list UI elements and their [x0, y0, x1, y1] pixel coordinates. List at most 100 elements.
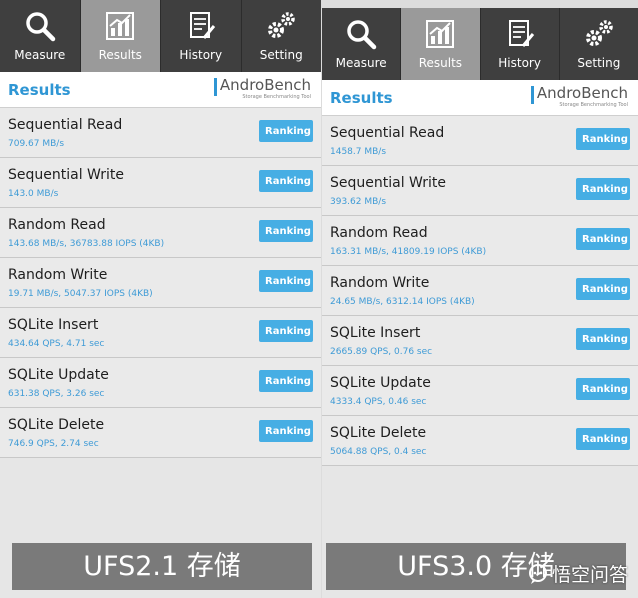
tab-history[interactable]: History: [481, 8, 560, 80]
ranking-button[interactable]: Ranking: [576, 328, 630, 350]
gear-icon: [268, 12, 295, 38]
result-label: Random Write: [8, 267, 108, 283]
tab-setting-label: Setting: [259, 48, 303, 62]
result-label: SQLite Insert: [8, 317, 99, 333]
result-label: SQLite Delete: [330, 425, 427, 441]
ranking-button[interactable]: Ranking: [259, 320, 313, 342]
benchmark-panel-ufs30: Measure Results History Setting Results …: [322, 8, 638, 598]
tab-history[interactable]: History: [161, 0, 242, 72]
ranking-button[interactable]: Ranking: [259, 170, 313, 192]
androbench-logo: AndroBench Storage Benchmarking Tool: [213, 76, 311, 101]
logo-subtitle: Storage Benchmarking Tool: [559, 102, 628, 108]
results-title: Results: [330, 89, 393, 107]
result-label: Sequential Read: [330, 125, 445, 141]
results-header: Results AndroBench Storage Benchmarking …: [322, 80, 638, 116]
tab-measure[interactable]: Measure: [322, 8, 402, 80]
tab-results[interactable]: Results: [80, 0, 161, 72]
result-row-sqlite-update: SQLite Update 631.38 QPS, 3.26 sec Ranki…: [0, 358, 321, 408]
ranking-button[interactable]: Ranking: [259, 370, 313, 392]
result-label: SQLite Insert: [330, 325, 421, 341]
result-row-random-read: Random Read 163.31 MB/s, 41809.19 IOPS (…: [322, 216, 638, 266]
ranking-button[interactable]: Ranking: [259, 220, 313, 242]
result-value: 434.64 QPS, 4.71 sec: [8, 339, 105, 349]
tab-setting[interactable]: Setting: [560, 8, 638, 80]
ranking-button[interactable]: Ranking: [576, 128, 630, 150]
result-value: 2665.89 QPS, 0.76 sec: [330, 347, 433, 357]
tab-results-label: Results: [98, 48, 142, 62]
results-list: Sequential Read 1458.7 MB/s Ranking Sequ…: [322, 116, 638, 466]
result-value: 1458.7 MB/s: [330, 147, 387, 157]
chat-bubble-icon: [528, 563, 547, 584]
result-row-sequential-read: Sequential Read 709.67 MB/s Ranking: [0, 108, 321, 158]
result-label: Random Write: [330, 275, 430, 291]
ranking-button[interactable]: Ranking: [576, 428, 630, 450]
search-icon: [26, 12, 55, 42]
document-icon: [508, 20, 534, 47]
result-row-random-read: Random Read 143.68 MB/s, 36783.88 IOPS (…: [0, 208, 321, 258]
ranking-button[interactable]: Ranking: [259, 420, 313, 442]
tab-bar: Measure Results History Setting: [322, 8, 638, 80]
result-value: 24.65 MB/s, 6312.14 IOPS (4KB): [330, 297, 475, 307]
result-row-sqlite-delete: SQLite Delete 5064.88 QPS, 0.4 sec Ranki…: [322, 416, 638, 466]
search-icon: [347, 20, 377, 50]
results-header: Results AndroBench Storage Benchmarking …: [0, 72, 321, 108]
result-label: Sequential Read: [8, 117, 123, 133]
ranking-button[interactable]: Ranking: [576, 228, 630, 250]
ranking-button[interactable]: Ranking: [576, 278, 630, 300]
result-label: Sequential Write: [8, 167, 125, 183]
tab-history-label: History: [498, 56, 541, 70]
results-list: Sequential Read 709.67 MB/s Ranking Sequ…: [0, 108, 321, 458]
result-label: Random Read: [330, 225, 428, 241]
androbench-logo: AndroBench Storage Benchmarking Tool: [530, 84, 628, 109]
logo-bar: [213, 78, 217, 96]
caption-ufs21: UFS2.1 存储: [12, 543, 312, 590]
result-row-sequential-write: Sequential Write 143.0 MB/s Ranking: [0, 158, 321, 208]
watermark: 悟空问答: [527, 560, 628, 587]
result-row-random-write: Random Write 24.65 MB/s, 6312.14 IOPS (4…: [322, 266, 638, 316]
result-value: 143.0 MB/s: [8, 189, 59, 199]
result-value: 631.38 QPS, 3.26 sec: [8, 389, 105, 399]
result-row-sequential-read: Sequential Read 1458.7 MB/s Ranking: [322, 116, 638, 166]
result-value: 393.62 MB/s: [330, 197, 387, 207]
benchmark-panel-ufs21: Measure Results History Setting Results …: [0, 0, 321, 598]
result-value: 746.9 QPS, 2.74 sec: [8, 439, 99, 449]
result-label: SQLite Delete: [8, 417, 105, 433]
bar-chart-icon: [426, 20, 455, 48]
result-row-sequential-write: Sequential Write 393.62 MB/s Ranking: [322, 166, 638, 216]
bar-chart-icon: [106, 12, 135, 40]
result-value: 5064.88 QPS, 0.4 sec: [330, 447, 427, 457]
tab-setting[interactable]: Setting: [242, 0, 322, 72]
result-row-sqlite-update: SQLite Update 4333.4 QPS, 0.46 sec Ranki…: [322, 366, 638, 416]
results-title: Results: [8, 81, 71, 99]
document-icon: [189, 12, 215, 39]
logo-text: AndroBench: [219, 76, 311, 94]
result-value: 709.67 MB/s: [8, 139, 65, 149]
result-row-sqlite-insert: SQLite Insert 2665.89 QPS, 0.76 sec Rank…: [322, 316, 638, 366]
tab-results-label: Results: [418, 56, 463, 70]
tab-measure-label: Measure: [14, 48, 66, 62]
result-label: Random Read: [8, 217, 106, 233]
ranking-button[interactable]: Ranking: [259, 120, 313, 142]
tab-results[interactable]: Results: [401, 8, 481, 80]
result-row-sqlite-insert: SQLite Insert 434.64 QPS, 4.71 sec Ranki…: [0, 308, 321, 358]
tab-history-label: History: [179, 48, 223, 62]
ranking-button[interactable]: Ranking: [259, 270, 313, 292]
gear-icon: [585, 20, 613, 46]
result-value: 163.31 MB/s, 41809.19 IOPS (4KB): [330, 247, 487, 257]
result-label: SQLite Update: [8, 367, 109, 383]
result-label: SQLite Update: [330, 375, 431, 391]
ranking-button[interactable]: Ranking: [576, 378, 630, 400]
result-value: 19.71 MB/s, 5047.37 IOPS (4KB): [8, 289, 153, 299]
logo-bar: [530, 86, 534, 104]
result-value: 4333.4 QPS, 0.46 sec: [330, 397, 427, 407]
ranking-button[interactable]: Ranking: [576, 178, 630, 200]
watermark-text: 悟空问答: [551, 564, 628, 586]
tab-setting-label: Setting: [577, 56, 621, 70]
logo-subtitle: Storage Benchmarking Tool: [242, 94, 311, 100]
result-row-random-write: Random Write 19.71 MB/s, 5047.37 IOPS (4…: [0, 258, 321, 308]
tab-measure-label: Measure: [335, 56, 387, 70]
result-value: 143.68 MB/s, 36783.88 IOPS (4KB): [8, 239, 165, 249]
result-row-sqlite-delete: SQLite Delete 746.9 QPS, 2.74 sec Rankin…: [0, 408, 321, 458]
tab-measure[interactable]: Measure: [0, 0, 81, 72]
logo-text: AndroBench: [536, 84, 628, 102]
